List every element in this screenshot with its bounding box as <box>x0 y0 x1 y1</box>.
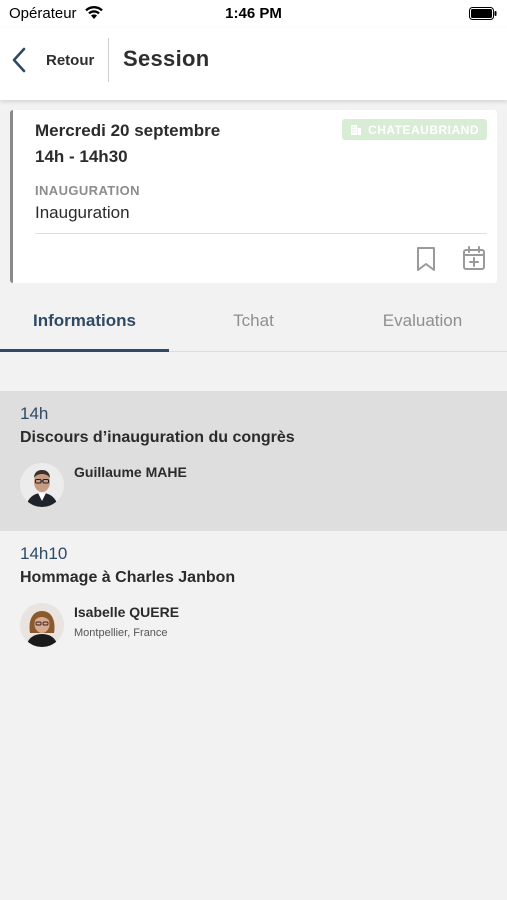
session-time-range: 14h - 14h30 <box>35 147 128 166</box>
speaker-avatar[interactable] <box>20 603 64 647</box>
active-tab-indicator <box>0 349 169 352</box>
tab-evaluation[interactable]: Evaluation <box>338 300 507 352</box>
room-label: CHATEAUBRIAND <box>368 122 479 137</box>
room-badge: CHATEAUBRIAND <box>342 119 487 140</box>
session-category: INAUGURATION <box>35 183 140 198</box>
tab-tchat[interactable]: Tchat <box>169 300 338 352</box>
talk-title: Hommage à Charles Janbon <box>20 569 236 586</box>
calendar-add-icon[interactable] <box>462 245 486 271</box>
chevron-left-icon <box>12 47 26 73</box>
speaker-name: Guillaume MAHE <box>74 464 187 480</box>
talk-time: 14h10 <box>20 544 68 563</box>
talk-title: Discours d’inauguration du congrès <box>20 429 295 446</box>
speaker-photo <box>20 463 64 507</box>
speaker-photo <box>20 603 64 647</box>
session-name: Inauguration <box>35 203 130 222</box>
speaker-avatar[interactable] <box>20 463 64 507</box>
page-title: Session <box>123 46 210 71</box>
tab-bar: Informations Tchat Evaluation <box>0 300 507 352</box>
speaker-location: Montpellier, France <box>74 627 168 639</box>
talk-item[interactable]: 14h Discours d’inauguration du congrès G… <box>0 391 507 531</box>
speaker-name: Isabelle QUERE <box>74 604 180 620</box>
session-date: Mercredi 20 septembre <box>35 121 221 140</box>
back-label: Retour <box>46 51 95 69</box>
back-button[interactable]: Retour <box>8 43 106 77</box>
card-divider <box>35 233 487 234</box>
nav-header: Retour Session <box>0 28 507 100</box>
battery-icon <box>469 7 497 20</box>
talk-time: 14h <box>20 404 49 423</box>
status-bar: Opérateur 1:46 PM <box>0 0 507 28</box>
building-icon <box>351 124 362 135</box>
tab-informations[interactable]: Informations <box>0 300 169 352</box>
bookmark-icon[interactable] <box>415 246 437 272</box>
talk-item[interactable]: 14h10 Hommage à Charles Janbon Isabelle … <box>0 531 507 671</box>
status-time: 1:46 PM <box>225 5 282 22</box>
session-card: Mercredi 20 septembre 14h - 14h30 CHATEA… <box>10 110 497 283</box>
header-divider <box>108 38 109 82</box>
